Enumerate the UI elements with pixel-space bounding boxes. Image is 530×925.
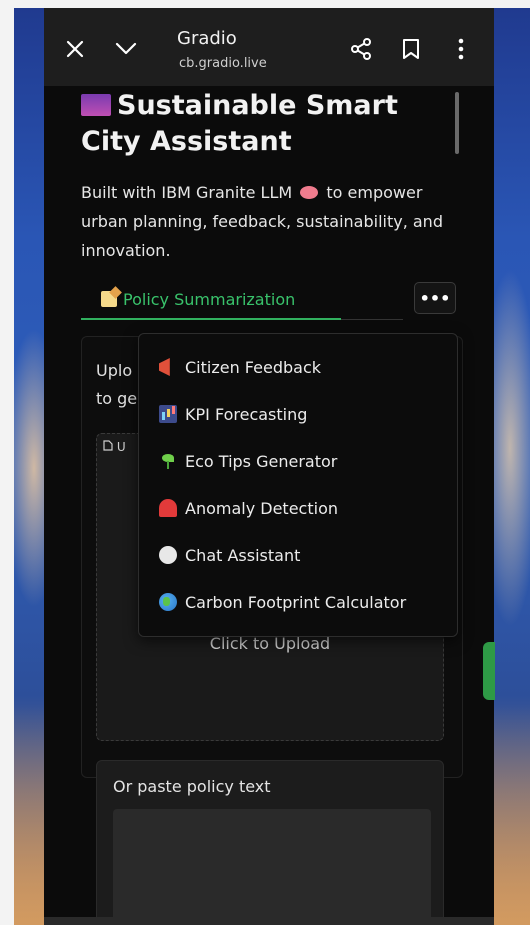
city-icon xyxy=(81,94,111,116)
paste-policy-panel: Or paste policy text xyxy=(96,760,444,925)
paste-policy-textarea[interactable] xyxy=(113,809,431,925)
menu-item-label: Citizen Feedback xyxy=(185,357,321,377)
close-icon[interactable] xyxy=(58,32,92,66)
instruction-line-1: Uplo xyxy=(96,361,133,380)
menu-item-citizen-feedback[interactable]: Citizen Feedback xyxy=(159,354,321,380)
menu-item-label: KPI Forecasting xyxy=(185,404,308,424)
menu-item-label: Carbon Footprint Calculator xyxy=(185,592,407,612)
app-description: Built with IBM Granite LLM to empower ur… xyxy=(81,178,461,265)
browser-url[interactable]: cb.gradio.live xyxy=(179,56,267,71)
seedling-icon xyxy=(159,452,177,470)
menu-item-carbon-footprint-calculator[interactable]: Carbon Footprint Calculator xyxy=(159,589,406,615)
megaphone-icon xyxy=(159,358,170,376)
tab-divider xyxy=(341,319,403,320)
browser-toolbar: Gradio cb.gradio.live xyxy=(44,8,494,86)
tab-policy-summarization[interactable]: Policy Summarization xyxy=(81,280,361,318)
phone-screen: Gradio cb.gradio.live Sustainable Smart … xyxy=(44,8,494,925)
more-vert-icon[interactable] xyxy=(444,32,478,66)
menu-item-label: Anomaly Detection xyxy=(185,498,338,518)
memo-icon xyxy=(101,291,117,307)
browser-page-title: Gradio xyxy=(177,28,237,49)
file-icon xyxy=(103,440,113,451)
share-icon[interactable] xyxy=(344,32,378,66)
tabs-overflow-menu: Citizen Feedback KPI Forecasting Eco Tip… xyxy=(138,333,458,637)
description-start: Built with IBM Granite LLM xyxy=(81,183,293,202)
upload-file-tab: U xyxy=(103,440,126,454)
siren-icon xyxy=(159,499,177,517)
paste-policy-label: Or paste policy text xyxy=(113,777,271,796)
menu-item-chat-assistant[interactable]: Chat Assistant xyxy=(159,542,300,568)
tab-bar: Policy Summarization ••• xyxy=(81,280,461,322)
menu-item-anomaly-detection[interactable]: Anomaly Detection xyxy=(159,495,338,521)
globe-icon xyxy=(159,593,177,611)
menu-item-label: Chat Assistant xyxy=(185,545,301,565)
policy-instructions: Uplo to ge xyxy=(96,357,137,413)
speech-bubble-icon xyxy=(159,546,177,564)
bottom-bar xyxy=(44,917,494,925)
menu-item-label: Eco Tips Generator xyxy=(185,451,338,471)
chevron-down-icon[interactable] xyxy=(109,32,143,66)
active-tab-indicator xyxy=(81,318,341,320)
brain-icon xyxy=(300,186,319,199)
tab-label: Policy Summarization xyxy=(123,289,296,309)
page-title-text: Sustainable Smart City Assistant xyxy=(81,90,398,157)
page-title: Sustainable Smart City Assistant xyxy=(81,88,461,160)
bookmark-icon[interactable] xyxy=(394,32,428,66)
page-content: Sustainable Smart City Assistant Built w… xyxy=(44,86,494,925)
floating-green-tab[interactable] xyxy=(483,642,495,700)
instruction-line-2: to ge xyxy=(96,389,138,408)
bar-chart-icon xyxy=(159,405,177,423)
menu-item-kpi-forecasting[interactable]: KPI Forecasting xyxy=(159,401,307,427)
more-tabs-button[interactable]: ••• xyxy=(414,282,456,314)
menu-item-eco-tips-generator[interactable]: Eco Tips Generator xyxy=(159,448,337,474)
upload-tab-label: U xyxy=(116,440,126,454)
